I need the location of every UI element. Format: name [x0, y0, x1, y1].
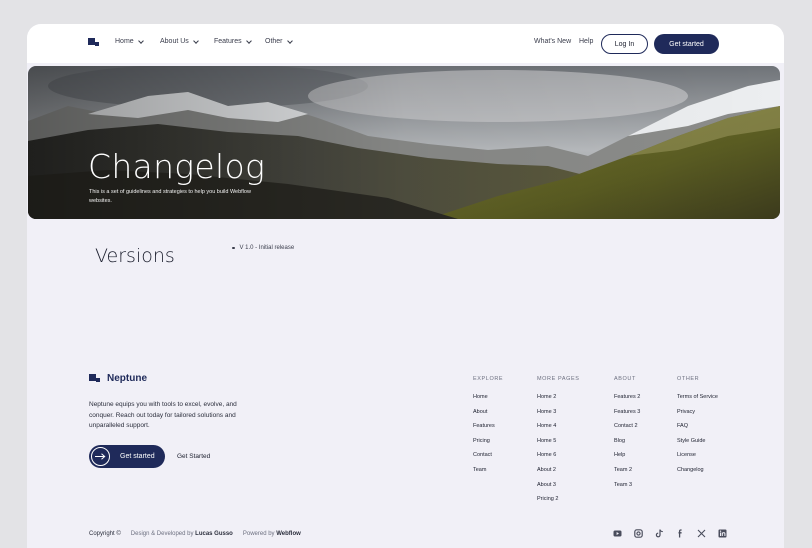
footer-link[interactable]: Pricing	[473, 438, 503, 453]
nav-other-label: Other	[265, 38, 283, 45]
footer-link[interactable]: Home 5	[537, 438, 580, 453]
column-heading: EXPLORE	[473, 376, 504, 382]
footer-link[interactable]: Contact 2	[614, 423, 640, 438]
footer-column-explore: EXPLORE Home About Features Pricing Cont…	[473, 376, 503, 482]
footer-column-other: OTHER Terms of Service Privacy FAQ Style…	[677, 376, 718, 482]
footer-link[interactable]: Style Guide	[677, 438, 718, 453]
nav-features[interactable]: Features	[214, 37, 252, 45]
footer-link[interactable]: Help	[614, 452, 640, 467]
nav-features-label: Features	[214, 38, 242, 45]
nav-about-us[interactable]: About Us	[160, 37, 199, 45]
footer-link[interactable]: Home	[473, 394, 503, 409]
credits-text: Design & Developed by Lucas Gusso	[131, 531, 233, 537]
nav-home-label: Home	[115, 38, 134, 45]
column-heading: ABOUT	[614, 376, 636, 382]
hero-subtitle: This is a set of guidelines and strategi…	[89, 189, 251, 204]
footer-link[interactable]: Home 4	[537, 423, 580, 438]
footer-link[interactable]: Blog	[614, 438, 640, 453]
nav-other[interactable]: Other	[265, 37, 293, 45]
facebook-icon[interactable]	[676, 529, 685, 538]
footer-logo[interactable]: Neptune	[89, 373, 147, 384]
nav-help[interactable]: Help	[579, 38, 593, 45]
footer-link[interactable]: Features 3	[614, 409, 640, 424]
footer-link[interactable]: FAQ	[677, 423, 718, 438]
footer-link[interactable]: License	[677, 452, 718, 467]
login-button[interactable]: Log In	[601, 34, 648, 54]
versions-heading: Versions	[95, 245, 175, 267]
column-heading: MORE PAGES	[537, 376, 580, 382]
bullet-icon	[232, 246, 235, 250]
footer-link[interactable]: Features 2	[614, 394, 640, 409]
brand-name: Neptune	[107, 373, 147, 384]
column-heading: OTHER	[677, 376, 700, 382]
footer-get-started-button[interactable]: Get started	[89, 445, 165, 468]
youtube-icon[interactable]	[613, 529, 622, 538]
version-list-item: V 1.0 - Initial release	[232, 245, 294, 251]
nav-whats-new[interactable]: What's New	[534, 38, 571, 45]
footer-link[interactable]: Privacy	[677, 409, 718, 424]
social-links	[613, 529, 727, 538]
version-label: V 1.0 - Initial release	[239, 245, 295, 251]
x-icon[interactable]	[697, 529, 706, 538]
nav-home[interactable]: Home	[115, 37, 144, 45]
hero-banner: Changelog This is a set of guidelines an…	[28, 66, 780, 219]
linkedin-icon[interactable]	[718, 529, 727, 538]
footer-link[interactable]: Changelog	[677, 467, 718, 482]
footer-link[interactable]: Team 2	[614, 467, 640, 482]
page-frame: Home About Us Features Other What's New …	[27, 24, 784, 548]
footer-link[interactable]: Features	[473, 423, 503, 438]
chevron-down-icon	[286, 37, 293, 44]
nav-about-label: About Us	[160, 38, 189, 45]
copyright-bar: Copyright © Design & Developed by Lucas …	[89, 531, 301, 537]
footer-link[interactable]: Home 2	[537, 394, 580, 409]
arrow-right-icon	[91, 447, 110, 466]
powered-text: Powered by Webflow	[243, 531, 301, 537]
powered-prefix: Powered by	[242, 531, 275, 537]
footer-get-started-link[interactable]: Get Started	[177, 453, 210, 460]
copyright-text: Copyright ©	[89, 531, 121, 537]
instagram-icon[interactable]	[634, 529, 643, 538]
designed-prefix: Design & Developed by	[130, 531, 194, 537]
chevron-down-icon	[245, 37, 252, 44]
footer-link[interactable]: About 3	[537, 482, 580, 497]
chevron-down-icon	[137, 37, 144, 44]
logo-icon[interactable]	[88, 38, 100, 47]
footer-link[interactable]: About	[473, 409, 503, 424]
footer-column-about: ABOUT Features 2 Features 3 Contact 2 Bl…	[614, 376, 640, 496]
get-started-button[interactable]: Get started	[654, 34, 719, 54]
footer-link[interactable]: Team	[473, 467, 503, 482]
footer-description: Neptune equips you with tools to excel, …	[89, 401, 237, 429]
footer-column-more-pages: MORE PAGES Home 2 Home 3 Home 4 Home 5 H…	[537, 376, 580, 511]
footer-link[interactable]: Terms of Service	[677, 394, 718, 409]
footer-link[interactable]: Team 3	[614, 482, 640, 497]
tiktok-icon[interactable]	[655, 529, 664, 538]
footer-link[interactable]: Contact	[473, 452, 503, 467]
footer-link[interactable]: About 2	[537, 467, 580, 482]
logo-icon	[89, 374, 101, 383]
top-nav: Home About Us Features Other What's New …	[27, 24, 784, 63]
chevron-down-icon	[192, 37, 199, 44]
webflow-link[interactable]: Webflow	[276, 531, 301, 537]
designer-link[interactable]: Lucas Gusso	[195, 531, 233, 537]
footer-cta-label: Get started	[120, 453, 155, 460]
footer-link[interactable]: Home 3	[537, 409, 580, 424]
page-title: Changelog	[88, 147, 266, 186]
footer-link[interactable]: Home 6	[537, 452, 580, 467]
footer-link[interactable]: Pricing 2	[537, 496, 580, 511]
